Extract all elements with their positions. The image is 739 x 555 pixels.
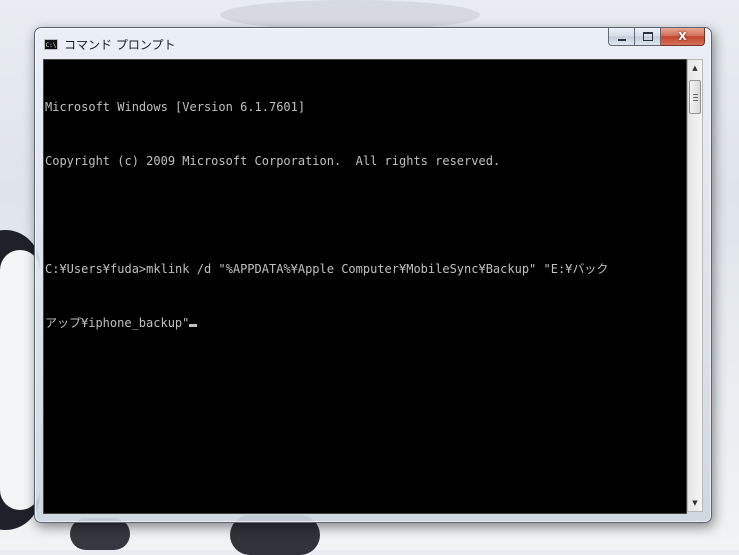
console-line: アップ¥iphone_backup": [45, 316, 190, 330]
grip-line: [693, 97, 698, 98]
console-line: Copyright (c) 2009 Microsoft Corporation…: [45, 154, 501, 168]
scroll-down-button[interactable]: ▼: [688, 495, 702, 511]
console-area[interactable]: Microsoft Windows [Version 6.1.7601] Cop…: [43, 59, 687, 514]
close-button[interactable]: X: [661, 28, 705, 46]
arrow-up-icon: ▲: [692, 64, 698, 72]
grip-line: [693, 100, 698, 101]
caption-buttons: X: [608, 28, 705, 47]
scroll-thumb[interactable]: [689, 80, 701, 114]
close-icon: X: [678, 30, 687, 43]
window-title: コマンド プロンプト: [64, 38, 176, 52]
console-output: Microsoft Windows [Version 6.1.7601] Cop…: [45, 62, 685, 513]
console-input-line[interactable]: アップ¥iphone_backup": [45, 314, 685, 332]
console-line: C:¥Users¥fuda>mklink /d "%APPDATA%¥Apple…: [45, 262, 609, 276]
minimize-icon: [617, 38, 626, 41]
arrow-down-icon: ▼: [692, 499, 698, 507]
wallpaper-shape: [220, 0, 480, 30]
cmd-icon[interactable]: C:\: [44, 39, 58, 50]
console-line: Microsoft Windows [Version 6.1.7601]: [45, 100, 306, 114]
vertical-scrollbar[interactable]: ▲ ▼: [687, 59, 703, 512]
text-cursor: [189, 324, 198, 327]
title-bar[interactable]: C:\ コマンド プロンプト X: [35, 28, 711, 58]
scroll-up-button[interactable]: ▲: [688, 60, 702, 76]
command-prompt-window[interactable]: C:\ コマンド プロンプト X Microsoft Windows [Vers…: [34, 27, 712, 523]
maximize-icon: [642, 32, 653, 41]
minimize-button[interactable]: [608, 28, 635, 46]
grip-line: [693, 94, 698, 95]
maximize-button[interactable]: [635, 28, 661, 46]
